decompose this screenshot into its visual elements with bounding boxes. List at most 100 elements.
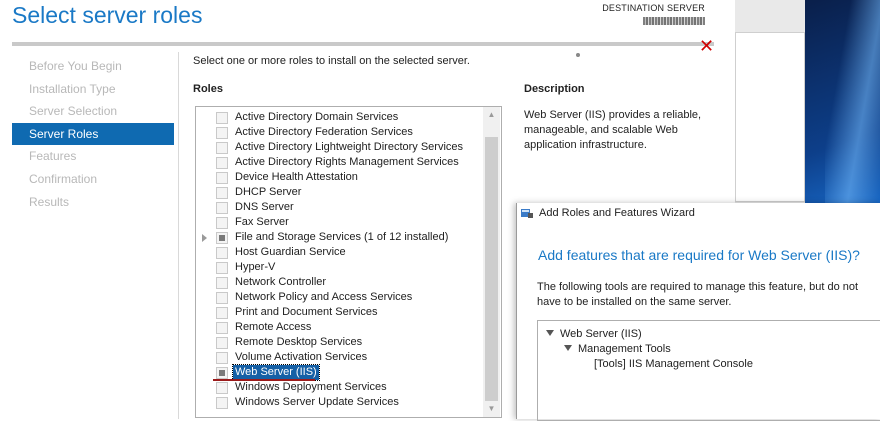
role-label[interactable]: Print and Document Services (235, 305, 377, 320)
busy-indicator-dot (576, 53, 580, 57)
role-checkbox[interactable] (216, 322, 228, 334)
nav-item-server-roles[interactable]: Server Roles (12, 122, 174, 146)
page-title: Select server roles (12, 2, 203, 28)
expand-arrow-icon[interactable] (202, 234, 207, 242)
role-checkbox[interactable] (216, 292, 228, 304)
tree-node-leaf: [Tools] IIS Management Console (594, 358, 753, 370)
role-label[interactable]: Network Policy and Access Services (235, 290, 412, 305)
dialog-titlebar[interactable]: Add Roles and Features Wizard (517, 203, 880, 223)
role-row[interactable]: Windows Server Update Services (196, 395, 483, 410)
role-checkbox[interactable] (216, 217, 228, 229)
role-label[interactable]: Hyper-V (235, 260, 275, 275)
role-row[interactable]: Remote Access (196, 320, 483, 335)
role-label[interactable]: Active Directory Rights Management Servi… (235, 155, 459, 170)
role-row[interactable]: DNS Server (196, 200, 483, 215)
role-checkbox[interactable] (216, 112, 228, 124)
role-label[interactable]: Active Directory Domain Services (235, 110, 398, 125)
role-row[interactable]: Host Guardian Service (196, 245, 483, 260)
selection-underline-annotation (213, 379, 315, 381)
role-row[interactable]: File and Storage Services (1 of 12 insta… (196, 230, 483, 245)
role-checkbox[interactable] (216, 127, 228, 139)
nav-item-confirmation[interactable]: Confirmation (12, 168, 174, 191)
role-checkbox[interactable] (216, 142, 228, 154)
role-checkbox[interactable] (216, 247, 228, 259)
role-row[interactable]: Device Health Attestation (196, 170, 483, 185)
role-checkbox[interactable] (216, 382, 228, 394)
role-checkbox[interactable] (216, 262, 228, 274)
role-row[interactable]: Network Controller (196, 275, 483, 290)
tree-node-child-label: Management Tools (578, 343, 671, 355)
roles-vertical-scrollbar[interactable]: ▲ ▼ (483, 107, 500, 417)
role-label[interactable]: Windows Server Update Services (235, 395, 399, 410)
nav-item-before-you-begin[interactable]: Before You Begin (12, 55, 174, 78)
description-text: Web Server (IIS) provides a reliable, ma… (524, 109, 702, 151)
role-checkbox[interactable] (216, 277, 228, 289)
tree-node-leaf-label: [Tools] IIS Management Console (594, 358, 753, 370)
nav-item-results[interactable]: Results (12, 191, 174, 214)
role-checkbox[interactable] (216, 172, 228, 184)
role-label[interactable]: Web Server (IIS) (232, 364, 320, 381)
role-label[interactable]: Network Controller (235, 275, 326, 290)
scroll-down-arrow-icon[interactable]: ▼ (483, 401, 500, 417)
role-row[interactable]: DHCP Server (196, 185, 483, 200)
close-icon[interactable]: ✕ (699, 36, 714, 57)
destination-server-label: DESTINATION SERVER (602, 3, 705, 13)
roles-list-box: Active Directory Domain Services Active D… (195, 106, 502, 418)
required-features-tree: Web Server (IIS) Management Tools [Tools… (537, 320, 880, 421)
role-checkbox[interactable] (216, 307, 228, 319)
expand-triangle-icon[interactable] (546, 330, 554, 336)
role-label[interactable]: Volume Activation Services (235, 350, 367, 365)
role-label[interactable]: Windows Deployment Services (235, 380, 387, 395)
role-checkbox[interactable] (216, 367, 228, 379)
tree-node-child[interactable]: Management Tools (564, 343, 671, 355)
instruction-text: Select one or more roles to install on t… (193, 55, 470, 67)
role-checkbox[interactable] (216, 232, 228, 244)
role-row[interactable]: Hyper-V (196, 260, 483, 275)
role-row[interactable]: Fax Server (196, 215, 483, 230)
role-label[interactable]: Device Health Attestation (235, 170, 358, 185)
roles-header: Roles (193, 83, 223, 95)
add-features-dialog: Add Roles and Features Wizard Add featur… (516, 203, 880, 421)
tree-node-root-label: Web Server (IIS) (560, 328, 642, 340)
nav-item-server-selection[interactable]: Server Selection (12, 100, 174, 123)
roles-list: Active Directory Domain Services Active D… (196, 110, 483, 410)
role-row[interactable]: Active Directory Rights Management Servi… (196, 155, 483, 170)
role-checkbox[interactable] (216, 397, 228, 409)
wizard-app-icon (521, 209, 533, 218)
role-label[interactable]: Fax Server (235, 215, 289, 230)
role-row[interactable]: Active Directory Lightweight Directory S… (196, 140, 483, 155)
role-row[interactable]: Windows Deployment Services (196, 380, 483, 395)
role-label[interactable]: Active Directory Federation Services (235, 125, 413, 140)
nav-item-features[interactable]: Features (12, 145, 174, 168)
background-window-pane (735, 32, 805, 202)
role-row[interactable]: Web Server (IIS) (196, 364, 483, 381)
role-label[interactable]: DHCP Server (235, 185, 301, 200)
role-checkbox[interactable] (216, 352, 228, 364)
expand-triangle-icon[interactable] (564, 345, 572, 351)
tree-node-root[interactable]: Web Server (IIS) (546, 328, 642, 340)
role-label[interactable]: DNS Server (235, 200, 294, 215)
role-row[interactable]: Remote Desktop Services (196, 335, 483, 350)
dialog-body-text: The following tools are required to mana… (537, 281, 859, 308)
role-label[interactable]: File and Storage Services (1 of 12 insta… (235, 230, 448, 245)
description-header: Description (524, 83, 585, 95)
role-checkbox[interactable] (216, 202, 228, 214)
role-row[interactable]: Print and Document Services (196, 305, 483, 320)
scroll-up-arrow-icon[interactable]: ▲ (483, 107, 500, 123)
role-row[interactable]: Network Policy and Access Services (196, 290, 483, 305)
role-label[interactable]: Active Directory Lightweight Directory S… (235, 140, 463, 155)
role-checkbox[interactable] (216, 157, 228, 169)
role-row[interactable]: Active Directory Federation Services (196, 125, 483, 140)
role-label[interactable]: Host Guardian Service (235, 245, 346, 260)
nav-divider (178, 52, 179, 419)
role-row[interactable]: Active Directory Domain Services (196, 110, 483, 125)
role-label[interactable]: Remote Access (235, 320, 311, 335)
role-checkbox[interactable] (216, 187, 228, 199)
role-label[interactable]: Remote Desktop Services (235, 335, 362, 350)
scrollbar-thumb[interactable] (485, 137, 498, 401)
role-row[interactable]: Volume Activation Services (196, 350, 483, 365)
nav-item-installation-type[interactable]: Installation Type (12, 78, 174, 101)
role-checkbox[interactable] (216, 337, 228, 349)
wizard-steps-nav: Before You Begin Installation Type Server … (12, 55, 174, 213)
dialog-heading: Add features that are required for Web S… (538, 247, 860, 263)
